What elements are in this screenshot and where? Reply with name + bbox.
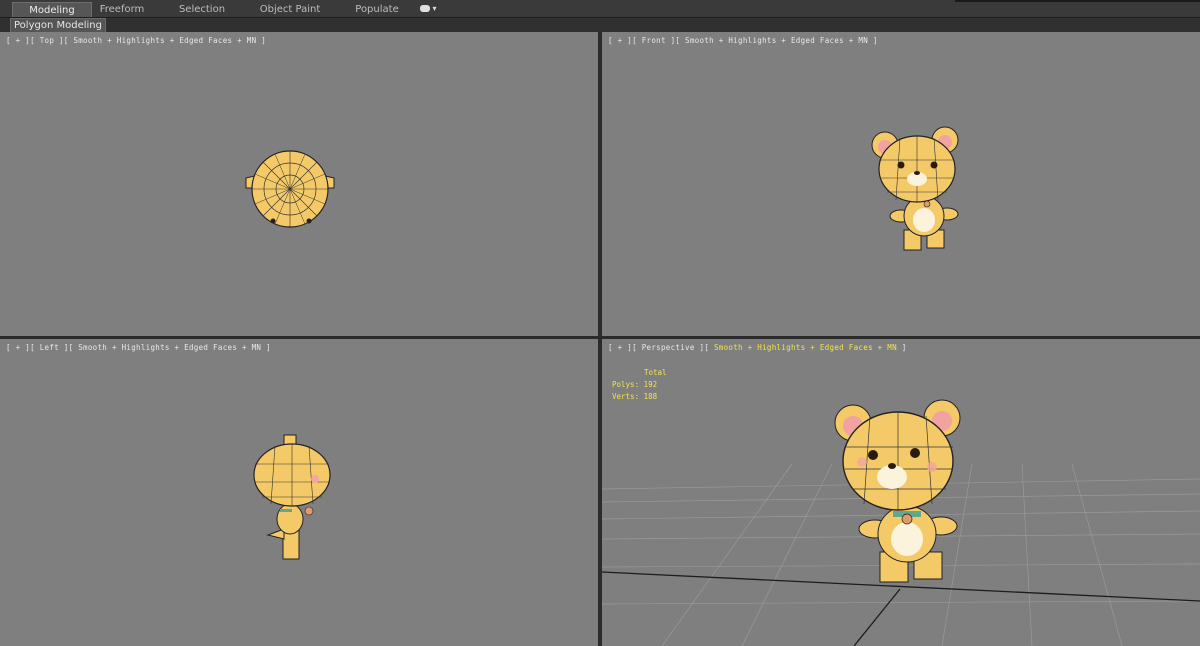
bear-model-left-view — [253, 434, 331, 560]
perspective-scene — [602, 399, 1200, 646]
tab-selection[interactable]: Selection — [172, 2, 232, 17]
tab-object-paint[interactable]: Object Paint — [255, 2, 325, 17]
tab-modeling[interactable]: Modeling — [12, 2, 92, 17]
tab-populate[interactable]: Populate — [347, 2, 407, 17]
ribbon-options-dropdown[interactable]: ▾ — [420, 3, 442, 15]
viewport-perspective[interactable]: [ + ][ Perspective ][ Smooth + Highlight… — [602, 339, 1200, 646]
tab-freeform[interactable]: Freeform — [92, 2, 152, 17]
ribbon-edge — [955, 0, 1200, 2]
ribbon-toggle-icon — [420, 5, 430, 12]
chevron-down-icon: ▾ — [432, 4, 437, 13]
ribbon-tab-bar: Modeling Freeform Selection Object Paint… — [0, 0, 1200, 18]
viewport-front[interactable]: [ + ][ Front ][ Smooth + Highlights + Ed… — [602, 32, 1200, 336]
viewport-top[interactable]: [ + ][ Top ][ Smooth + Highlights + Edge… — [0, 32, 598, 336]
panel-polygon-modeling[interactable]: Polygon Modeling — [10, 18, 106, 33]
bear-model-top-view — [245, 150, 335, 228]
ribbon-panel-bar: Polygon Modeling — [0, 18, 1200, 33]
viewport-left[interactable]: [ + ][ Left ][ Smooth + Highlights + Edg… — [0, 339, 598, 646]
bear-model-front-view — [871, 126, 959, 251]
